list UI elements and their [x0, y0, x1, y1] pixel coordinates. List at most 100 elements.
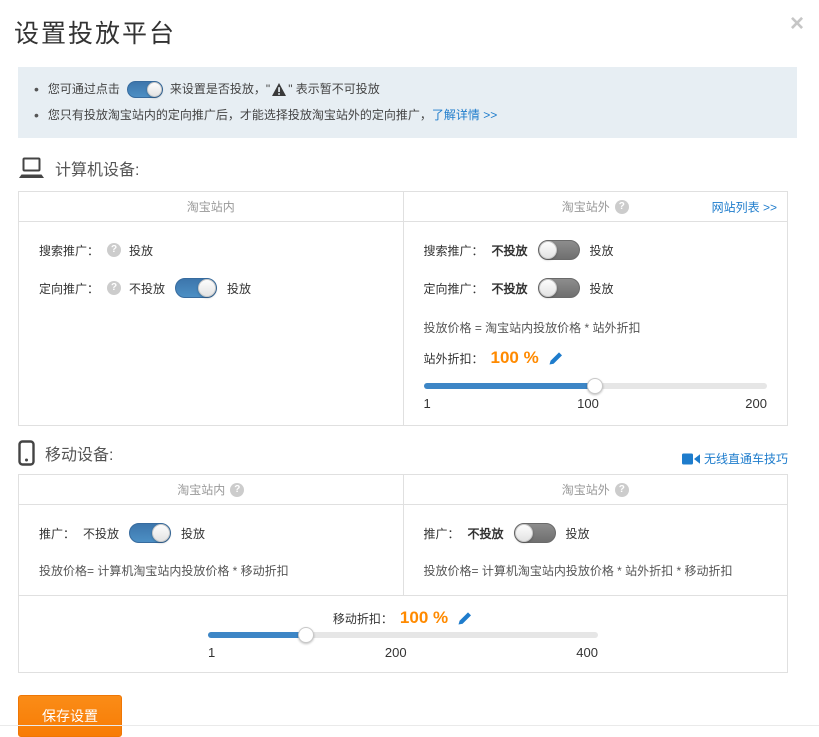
computer-icon — [18, 157, 45, 180]
notice-line-1: • 您可通过点击 来设置是否投放，" " 表示暂不可投放 — [34, 76, 781, 102]
computer-instation-targeting-toggle[interactable] — [175, 278, 217, 298]
toggle-knob[interactable] — [539, 241, 557, 259]
computer-section-title: 计算机设备: — [55, 156, 139, 180]
computer-instation-header: 淘宝站内 — [19, 192, 403, 221]
toggle-knob[interactable] — [198, 279, 216, 297]
bullet-icon: • — [34, 76, 39, 102]
scale-min: 1 — [424, 396, 431, 411]
on-state-label: 投放 — [590, 242, 614, 259]
video-icon — [682, 453, 700, 465]
scale-mid: 100 — [577, 396, 599, 411]
mobile-offsite-promo-toggle[interactable] — [514, 523, 556, 543]
off-state-label: 不投放 — [492, 242, 528, 259]
help-icon[interactable]: ? — [615, 200, 629, 214]
computer-offsite-search-toggle[interactable] — [538, 240, 580, 260]
mobile-icon — [18, 440, 35, 466]
promo-label: 推广： — [424, 525, 460, 542]
toggle-demo-icon — [127, 81, 163, 98]
computer-offsite-header: 淘宝站外 ? 网站列表 >> — [403, 192, 788, 221]
mobile-instation-header: 淘宝站内 ? — [19, 475, 403, 504]
computer-instation-search-row: 搜索推广： ? 投放 — [39, 239, 383, 261]
off-state-label: 不投放 — [468, 525, 504, 542]
close-icon[interactable]: × — [790, 12, 804, 36]
computer-instation-cell: 搜索推广： ? 投放 定向推广： ? 不投放 投放 — [19, 222, 403, 425]
offsite-discount-label: 站外折扣： — [424, 350, 484, 367]
scale-max: 200 — [745, 396, 767, 411]
slider-scale: 1 200 400 — [208, 645, 598, 660]
help-icon[interactable]: ? — [107, 243, 121, 257]
toggle-knob[interactable] — [539, 279, 557, 297]
help-icon[interactable]: ? — [107, 281, 121, 295]
on-state-label: 投放 — [590, 280, 614, 297]
computer-instation-targeting-row: 定向推广： ? 不投放 投放 — [39, 277, 383, 299]
slider-knob[interactable] — [587, 378, 603, 394]
on-state-label: 投放 — [566, 525, 590, 542]
slider-fill — [208, 632, 306, 638]
mobile-discount-section: 移动折扣： 100 % 1 200 400 — [19, 595, 787, 672]
slider-fill — [424, 383, 596, 389]
promo-label: 推广： — [39, 525, 75, 542]
wireless-tips-link[interactable]: 无线直通车技巧 — [682, 450, 788, 467]
dialog-title: 设置投放平台 — [14, 14, 819, 50]
notice-1-pre: 您可通过点击 — [48, 76, 120, 102]
computer-offsite-targeting-toggle[interactable] — [538, 278, 580, 298]
computer-offsite-targeting-row: 定向推广： 不投放 投放 — [424, 277, 768, 299]
mobile-discount-slider: 1 200 400 — [208, 632, 598, 660]
offsite-discount-value: 100 % — [491, 348, 539, 368]
slider-scale: 1 100 200 — [424, 396, 768, 411]
warning-icon — [272, 83, 286, 96]
mobile-discount-edit-icon[interactable] — [457, 611, 473, 626]
targeting-promo-label: 定向推广： — [424, 280, 484, 297]
help-icon[interactable]: ? — [230, 483, 244, 497]
computer-table: 淘宝站内 淘宝站外 ? 网站列表 >> 搜索推广： ? 投放 定向推广： ? 不… — [18, 191, 788, 426]
targeting-promo-label: 定向推广： — [39, 280, 99, 297]
search-promo-state: 投放 — [129, 242, 153, 259]
offsite-discount-edit-icon[interactable] — [548, 351, 564, 366]
notice-line-2: • 您只有投放淘宝站内的定向推广后，才能选择投放淘宝站外的定向推广， 了解详情 … — [34, 102, 781, 128]
computer-offsite-cell: 搜索推广： 不投放 投放 定向推广： 不投放 投放 投放价格 = 淘宝站内投放价… — [403, 222, 788, 425]
mobile-offsite-header-label: 淘宝站外 — [562, 481, 610, 498]
page-bottom-divider — [0, 725, 819, 726]
offsite-discount-slider: 1 100 200 — [424, 383, 768, 411]
on-state-label: 投放 — [227, 280, 251, 297]
bullet-icon: • — [34, 102, 39, 128]
mobile-offsite-promo-row: 推广： 不投放 投放 — [424, 522, 768, 544]
mobile-section-header: 移动设备: 无线直通车技巧 — [18, 439, 797, 467]
notice-1-mid: 来设置是否投放，" — [170, 76, 270, 102]
toggle-knob[interactable] — [515, 524, 533, 542]
mobile-discount-row: 移动折扣： 100 % — [19, 608, 787, 628]
offsite-discount-row: 站外折扣： 100 % — [424, 348, 768, 368]
mobile-section-title: 移动设备: — [45, 441, 113, 465]
scale-max: 400 — [576, 645, 598, 660]
off-state-label: 不投放 — [492, 280, 528, 297]
scale-mid: 200 — [385, 645, 407, 660]
notice-1-post: " 表示暂不可投放 — [288, 76, 380, 102]
mobile-instation-header-label: 淘宝站内 — [177, 481, 225, 498]
slider-knob[interactable] — [298, 627, 314, 643]
set-platform-dialog: × 设置投放平台 • 您可通过点击 来设置是否投放，" " 表示暂不可投放 • … — [0, 14, 819, 728]
mobile-table: 淘宝站内 ? 淘宝站外 ? 推广： 不投放 投放 投放价格= 计算机淘宝站内投放… — [18, 474, 788, 673]
mobile-instation-promo-toggle[interactable] — [129, 523, 171, 543]
learn-more-link[interactable]: 了解详情 >> — [432, 102, 497, 128]
website-list-link[interactable]: 网站列表 >> — [712, 198, 777, 215]
slider-track[interactable] — [208, 632, 598, 638]
offsite-price-formula: 投放价格 = 淘宝站内投放价格 * 站外折扣 — [424, 319, 768, 336]
mobile-offsite-price-formula: 投放价格= 计算机淘宝站内投放价格 * 站外折扣 * 移动折扣 — [424, 562, 768, 579]
computer-offsite-header-label: 淘宝站外 — [562, 198, 610, 215]
help-icon[interactable]: ? — [615, 483, 629, 497]
mobile-discount-value: 100 % — [400, 608, 448, 628]
search-promo-label: 搜索推广： — [39, 242, 99, 259]
toggle-knob[interactable] — [152, 524, 170, 542]
mobile-instation-promo-row: 推广： 不投放 投放 — [39, 522, 383, 544]
mobile-discount-label: 移动折扣： — [333, 610, 393, 627]
mobile-offsite-cell: 推广： 不投放 投放 投放价格= 计算机淘宝站内投放价格 * 站外折扣 * 移动… — [403, 505, 788, 595]
mobile-table-header: 淘宝站内 ? 淘宝站外 ? — [19, 475, 787, 505]
search-promo-label: 搜索推广： — [424, 242, 484, 259]
mobile-instation-cell: 推广： 不投放 投放 投放价格= 计算机淘宝站内投放价格 * 移动折扣 — [19, 505, 403, 595]
mobile-instation-price-formula: 投放价格= 计算机淘宝站内投放价格 * 移动折扣 — [39, 562, 383, 579]
save-settings-button[interactable]: 保存设置 — [18, 695, 122, 737]
computer-offsite-search-row: 搜索推广： 不投放 投放 — [424, 239, 768, 261]
slider-track[interactable] — [424, 383, 768, 389]
computer-instation-header-label: 淘宝站内 — [187, 198, 235, 215]
scale-min: 1 — [208, 645, 215, 660]
